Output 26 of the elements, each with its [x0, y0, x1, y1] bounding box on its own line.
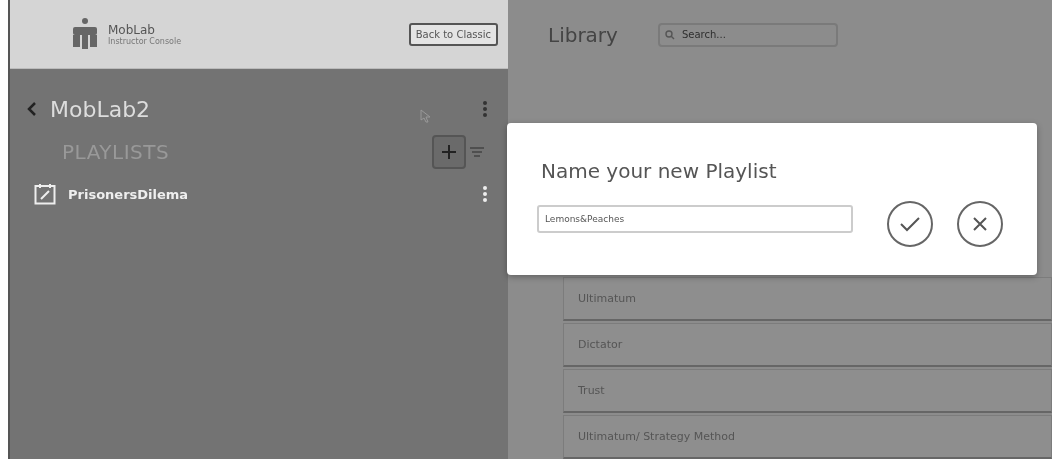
search-field[interactable]: Search... [657, 22, 838, 47]
close-icon [971, 215, 989, 233]
confirm-button[interactable] [887, 201, 933, 247]
more-icon[interactable] [482, 100, 488, 118]
more-icon[interactable] [482, 185, 488, 203]
logo-icon [70, 17, 100, 51]
plus-icon [440, 143, 458, 161]
game-row[interactable]: Ultimatum [563, 277, 1052, 321]
playlist-name-field[interactable]: Lemons&Peaches [537, 205, 853, 233]
playlist-item[interactable]: PrisonersDilema [68, 186, 482, 202]
add-button[interactable] [432, 135, 466, 169]
game-row[interactable]: Ultimatum/ Strategy Method [563, 415, 1052, 459]
calendar-icon [34, 183, 56, 205]
dialog-title: Name your new Playlist [541, 159, 777, 183]
game-row[interactable]: Trust [563, 369, 1052, 413]
back-to-classic-button[interactable]: Back to Classic [408, 22, 498, 46]
back-icon[interactable] [26, 101, 38, 117]
project-title: MobLab2 [50, 96, 152, 122]
search-icon [664, 29, 675, 40]
library-title: Library [548, 22, 618, 47]
check-icon [899, 215, 921, 233]
cancel-button[interactable] [957, 201, 1003, 247]
brand-name: MobLab [108, 22, 156, 37]
game-row[interactable]: Dictator [563, 323, 1052, 367]
cursor-icon [420, 109, 432, 123]
brand-subtitle: Instructor Console [108, 36, 183, 46]
